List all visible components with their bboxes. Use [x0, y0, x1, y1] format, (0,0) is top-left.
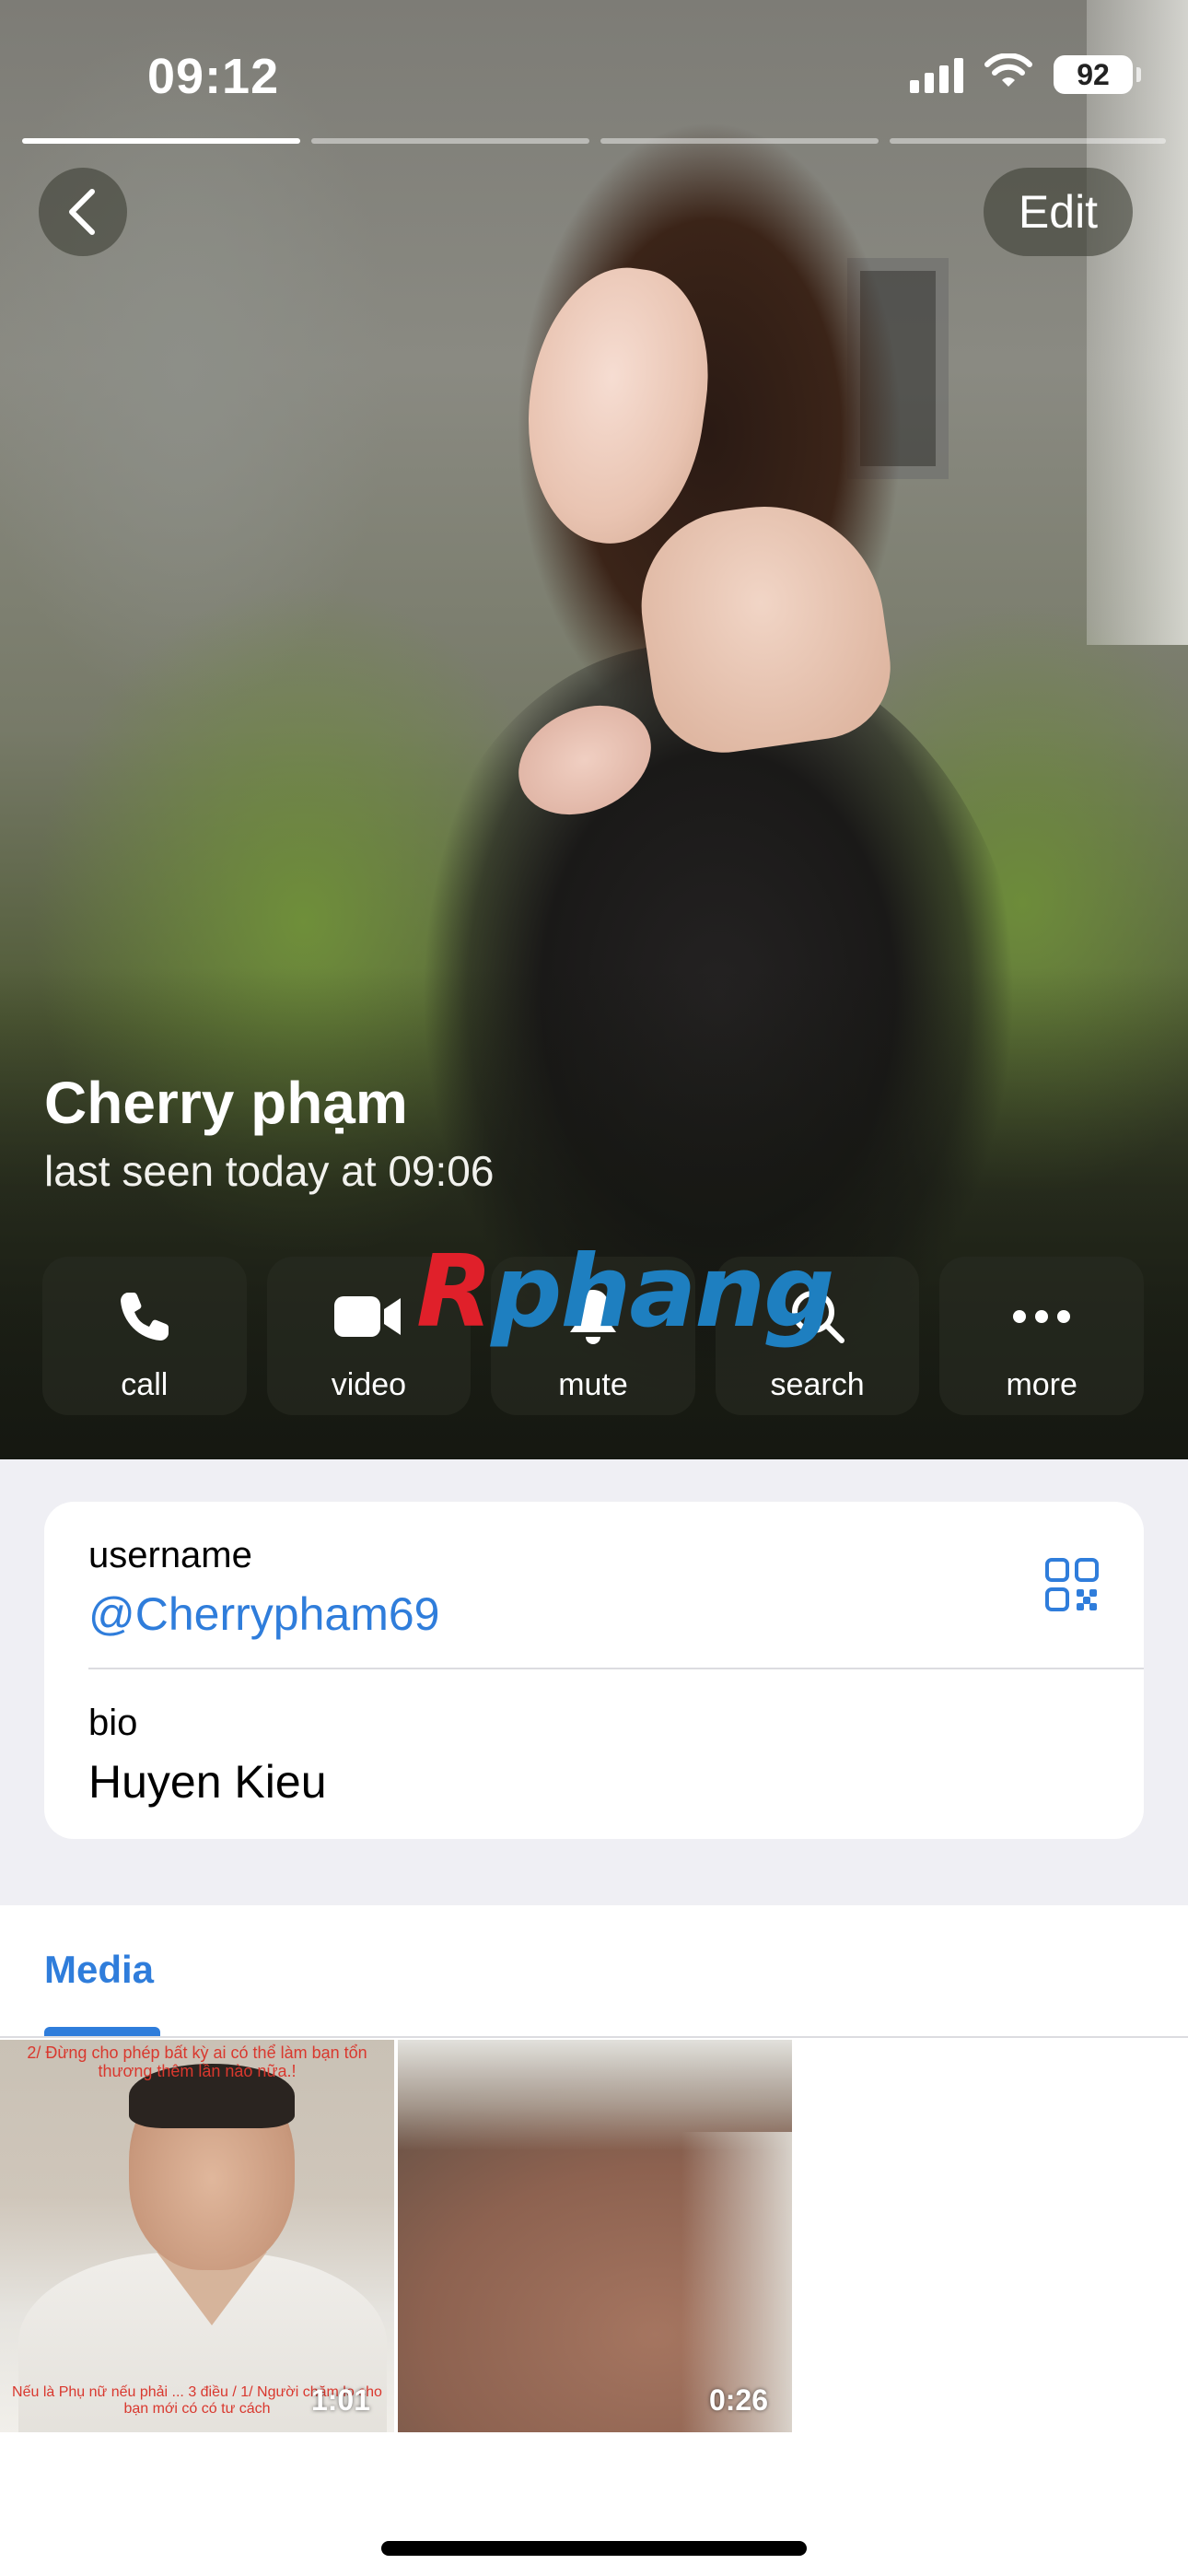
photo-progress-segment — [600, 138, 879, 144]
username-label: username — [88, 1535, 252, 1575]
edit-button[interactable]: Edit — [984, 168, 1133, 256]
back-button[interactable] — [39, 168, 127, 256]
call-label: call — [121, 1367, 169, 1402]
bio-value: Huyen Kieu — [88, 1756, 327, 1808]
video-duration: 1:01 — [310, 2383, 370, 2417]
profile-name: Cherry phạm — [44, 1070, 408, 1136]
media-divider — [0, 2036, 1188, 2038]
status-time: 09:12 — [147, 49, 280, 104]
info-card: username @Cherrypham69 bio Huyen Kieu — [44, 1502, 1144, 1839]
call-button[interactable]: call — [42, 1257, 247, 1415]
more-label: more — [1006, 1367, 1077, 1402]
more-dots-icon — [1011, 1284, 1072, 1349]
watermark-logo: Rphang — [416, 1235, 834, 1350]
wifi-icon — [984, 53, 1033, 95]
mute-label: mute — [558, 1367, 628, 1402]
photo-progress-bars — [22, 138, 1166, 144]
qr-code-icon[interactable] — [1044, 1557, 1100, 1617]
background-pillar — [1087, 0, 1188, 645]
photo-progress-segment — [311, 138, 589, 144]
last-seen-status: last seen today at 09:06 — [44, 1147, 495, 1195]
home-indicator[interactable] — [381, 2541, 807, 2556]
tab-media[interactable]: Media — [44, 1948, 154, 1992]
media-thumbnail[interactable]: 0:26 — [398, 2040, 792, 2432]
photo-progress-segment — [22, 138, 300, 144]
bio-row[interactable]: bio Huyen Kieu — [88, 1703, 327, 1809]
more-button[interactable]: more — [939, 1257, 1144, 1415]
search-label: search — [770, 1367, 865, 1402]
battery-indicator: 92 — [1054, 54, 1141, 94]
video-duration: 0:26 — [708, 2383, 768, 2417]
photo-progress-segment — [890, 138, 1166, 144]
info-divider — [88, 1668, 1144, 1669]
status-indicators: 92 — [910, 53, 1141, 95]
bio-label: bio — [88, 1703, 138, 1743]
username-value[interactable]: @Cherrypham69 — [88, 1587, 439, 1641]
video-label: video — [331, 1367, 407, 1402]
thumbnail-caption-top: 2/ Đừng cho phép bất kỳ ai có thể làm bạ… — [27, 2043, 367, 2080]
video-camera-icon — [332, 1284, 404, 1349]
media-thumbnail[interactable]: 2/ Đừng cho phép bất kỳ ai có thể làm bạ… — [0, 2040, 394, 2432]
username-row[interactable]: username @Cherrypham69 — [88, 1535, 439, 1641]
chevron-left-icon — [69, 189, 95, 235]
cellular-signal-icon — [910, 56, 963, 93]
phone-icon — [115, 1284, 174, 1349]
